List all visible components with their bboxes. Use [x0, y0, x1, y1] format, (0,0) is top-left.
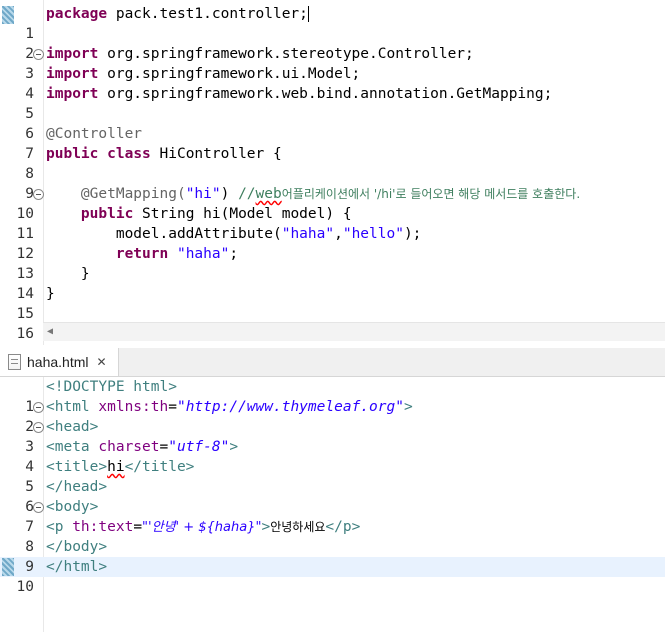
code-line-5[interactable]: import org.springframework.web.bind.anno…	[46, 84, 552, 104]
tab-haha-html[interactable]: haha.html ✕	[0, 348, 119, 376]
code-line-6[interactable]: </head>	[46, 477, 107, 497]
code-line-9[interactable]: </body>	[46, 537, 107, 557]
line-number: 16	[16, 326, 34, 342]
code-comment: //web어플리케이션에서 '/hi'로 들어오면 해당 메서드를 호출한다.	[238, 186, 581, 202]
html-editor[interactable]: haha.html ✕ 1 <!DOCTYPE html> 2 <html xm…	[0, 348, 665, 632]
code-line-8[interactable]: <p th:text="'안녕' + ${haha}">안녕하세요</p>	[46, 517, 360, 537]
horizontal-scrollbar[interactable]: ◀	[43, 322, 665, 341]
code-line-7[interactable]: @Controller	[46, 124, 142, 144]
close-icon[interactable]: ✕	[96, 355, 106, 369]
fold-collapse-icon[interactable]	[33, 49, 44, 60]
code-line-10[interactable]: @GetMapping("hi") //web어플리케이션에서 '/hi'로 들…	[46, 184, 580, 204]
code-line-7[interactable]: <body>	[46, 497, 98, 517]
code-line-13[interactable]: return "haha";	[46, 244, 238, 264]
tab-label: haha.html	[27, 354, 89, 370]
fold-collapse-icon[interactable]	[33, 422, 44, 433]
code-line-3[interactable]: import org.springframework.stereotype.Co…	[46, 44, 474, 64]
code-line-4[interactable]: import org.springframework.ui.Model;	[46, 64, 360, 84]
code-line-3[interactable]: <head>	[46, 417, 98, 437]
code-line-15[interactable]: }	[46, 284, 55, 304]
code-line-1[interactable]: <!DOCTYPE html>	[46, 377, 177, 397]
code-line-4[interactable]: <meta charset="utf-8">	[46, 437, 238, 457]
code-line-10[interactable]: </html>	[46, 557, 107, 577]
text-cursor	[307, 6, 309, 22]
code-line-8[interactable]: public class HiController {	[46, 144, 282, 164]
fold-collapse-icon[interactable]	[33, 189, 44, 200]
fold-collapse-icon[interactable]	[33, 402, 44, 413]
java-editor[interactable]: 1 package pack.test1.controller; 2 3 imp…	[0, 0, 665, 345]
fold-collapse-icon[interactable]	[33, 502, 44, 513]
line-number: 10	[16, 579, 34, 595]
code-line-5[interactable]: <title>hi</title>	[46, 457, 194, 477]
code-line-11[interactable]: public String hi(Model model) {	[46, 204, 352, 224]
code-line-12[interactable]: model.addAttribute("haha","hello");	[46, 224, 422, 244]
code-line-1[interactable]: package pack.test1.controller;	[46, 4, 309, 24]
code-line-2[interactable]: <html xmlns:th="http://www.thymeleaf.org…	[46, 397, 413, 417]
editor-tab-bar: haha.html ✕	[0, 348, 665, 377]
scroll-left-icon[interactable]: ◀	[47, 326, 53, 337]
code-line-14[interactable]: }	[46, 264, 90, 284]
file-icon	[8, 354, 21, 370]
